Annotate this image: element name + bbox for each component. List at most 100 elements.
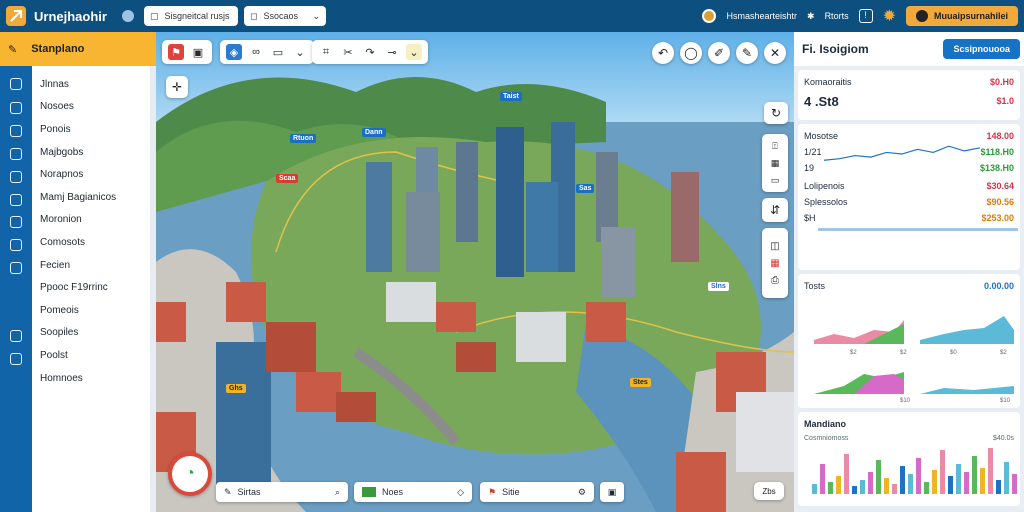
map-pin-label[interactable]: Scaa <box>276 174 299 183</box>
map-pin-label[interactable]: Slns <box>708 282 729 291</box>
panel-action-button[interactable]: Scsipnouooa <box>943 39 1020 59</box>
account-button[interactable]: Muuaipsurnahilei <box>905 6 1018 26</box>
grid-icon[interactable]: ▦ <box>771 158 780 169</box>
map-pin-label[interactable]: Ghs <box>226 384 246 393</box>
sidebar-list: Jlnnas Nosoes Ponois Majbgobs Norapnos M… <box>32 66 150 512</box>
bar <box>948 476 953 494</box>
bar <box>980 468 985 494</box>
compass-icon[interactable] <box>10 78 22 90</box>
sidebar-item[interactable]: Norapnos <box>32 163 150 186</box>
sidebar-item[interactable]: Jlnnas <box>32 73 150 96</box>
sidebar-item[interactable]: Mamj Bagianicos <box>32 186 150 209</box>
map-pin-label[interactable]: Sas <box>576 184 595 193</box>
rotate-view-button[interactable]: ↻ <box>764 102 788 124</box>
site-select-field[interactable]: ⚑ Sitie ⚙ <box>480 482 594 502</box>
area-chart-label: Tosts <box>804 281 826 291</box>
bar-chart-sub: Cosmniomoss <box>804 434 849 442</box>
building-icon[interactable] <box>10 125 22 137</box>
table-icon[interactable] <box>10 330 22 342</box>
comment-icon[interactable]: ▭ <box>270 44 286 60</box>
layer-select-field[interactable]: Noes ◇ <box>354 482 472 502</box>
tilt-icon[interactable]: ⍐ <box>772 141 777 152</box>
tools-icon: ✎ <box>8 43 18 56</box>
map-scene <box>156 32 794 512</box>
bar <box>932 470 937 494</box>
filter-icon[interactable]: ⊸ <box>384 44 400 60</box>
undo-button[interactable]: ↶ <box>652 42 674 64</box>
sidebar-item[interactable]: Poolst <box>32 344 150 367</box>
sidebar-item[interactable]: Nosoes <box>32 96 150 119</box>
nav-link[interactable]: Hsmashearteishtr <box>726 11 797 21</box>
map-pin-label[interactable]: Rtuon <box>290 134 317 143</box>
mode-select[interactable]: ◻ Ssocaos ⌄ <box>244 6 326 26</box>
sidebar-header[interactable]: ✎ Stanplano <box>0 32 156 66</box>
marker-tool-icon[interactable]: ⚑ <box>168 44 184 60</box>
bookmark-icon[interactable]: ◫ <box>770 241 779 252</box>
heatmap-icon[interactable]: ▦ <box>770 258 779 269</box>
sidebar-item[interactable]: Homnoes <box>32 367 150 390</box>
bar <box>844 454 849 494</box>
layer-icon: ◻ <box>250 10 258 21</box>
zoom-badge[interactable]: Zbs <box>754 482 784 500</box>
layers-toggle-icon[interactable]: ◈ <box>226 44 242 60</box>
places-link[interactable]: Rtorts <box>825 11 849 21</box>
sidebar-item[interactable]: Fecien <box>32 254 150 277</box>
refresh-icon[interactable] <box>10 262 22 274</box>
area-chart-value: 0.00.00 <box>983 281 1014 291</box>
bar-chart-sub-value: $40.0s <box>992 434 1014 442</box>
pin-icon[interactable] <box>10 194 22 206</box>
city-map-view[interactable]: ⚑ ▣ ◈ ∞ ▭ ⌄ ⌗ ✂ ↷ ⊸ ⌄ ✛ ↶ ◯ ✐ ✎ ✕ ↻ ⍐ ▦ … <box>156 32 794 512</box>
map-pin-label[interactable]: Stes <box>630 378 651 387</box>
sidebar-item[interactable]: Pomeois <box>32 299 150 322</box>
polygon-tool-icon[interactable]: ▣ <box>190 44 206 60</box>
lock-icon: ▢ <box>150 10 159 21</box>
map-pin-label[interactable]: Taist <box>500 92 522 101</box>
map-icon[interactable]: ▭ <box>771 175 780 186</box>
tick-label: $10 <box>1000 398 1011 404</box>
bar <box>1004 462 1009 494</box>
metric-label: Splessolos <box>804 197 848 207</box>
search-input[interactable]: ▢ Sisgneitcal rusjs <box>144 6 238 26</box>
pan-tool-button[interactable]: ✛ <box>166 76 188 98</box>
sidebar-item[interactable]: Majbgobs <box>32 141 150 164</box>
bar <box>956 464 961 494</box>
sidebar-item[interactable]: Ponois <box>32 118 150 141</box>
sidebar-item[interactable]: Comosots <box>32 231 150 254</box>
record-button[interactable]: ◯ <box>680 42 702 64</box>
sidebar-item[interactable]: Soopiles <box>32 322 150 345</box>
compass-needle-icon: ◔ <box>185 465 195 482</box>
redo-icon[interactable]: ↷ <box>362 44 378 60</box>
flag-icon[interactable] <box>10 216 22 228</box>
metric-label: $H <box>804 213 816 223</box>
settings-gear-icon[interactable]: ✹ <box>883 6 896 26</box>
summary-big-row: 4 .St8 $1.0 <box>804 90 1014 112</box>
print-icon[interactable]: ⎙ <box>771 275 779 286</box>
route-icon[interactable] <box>10 148 22 160</box>
screenshot-button[interactable]: ▣ <box>600 482 624 502</box>
compass-control-icon[interactable]: ⇵ <box>762 198 788 222</box>
book-icon[interactable] <box>10 171 22 183</box>
crop-icon[interactable]: ⌗ <box>318 44 334 60</box>
marker-icon: ⚑ <box>488 486 497 497</box>
list-icon[interactable] <box>10 353 22 365</box>
layers-icon[interactable] <box>10 102 22 114</box>
sidebar-item[interactable]: Ppooc F19rrinc <box>32 276 150 299</box>
search-place-field[interactable]: ✎ Sirtas ⌕ <box>216 482 348 502</box>
link-icon[interactable]: ∞ <box>248 44 264 60</box>
chart-icon[interactable] <box>10 239 22 251</box>
chevron-down-icon[interactable]: ⌄ <box>406 44 422 60</box>
pin-icon: ✱ <box>807 10 815 21</box>
map-pin-label[interactable]: Dann <box>362 128 386 137</box>
cut-icon[interactable]: ✂ <box>340 44 356 60</box>
bar <box>900 466 905 494</box>
bar <box>924 482 929 494</box>
brush-button[interactable]: ✎ <box>736 42 758 64</box>
draw-button[interactable]: ✐ <box>708 42 730 64</box>
alert-icon[interactable]: ! <box>858 9 873 23</box>
tick-label: $2 <box>850 350 857 356</box>
close-icon[interactable]: ✕ <box>764 42 786 64</box>
compass-gauge[interactable]: ◔ <box>168 452 212 496</box>
sidebar-item[interactable]: Moronion <box>32 209 150 232</box>
chevron-down-icon[interactable]: ⌄ <box>292 44 308 60</box>
globe-icon[interactable] <box>702 9 717 23</box>
